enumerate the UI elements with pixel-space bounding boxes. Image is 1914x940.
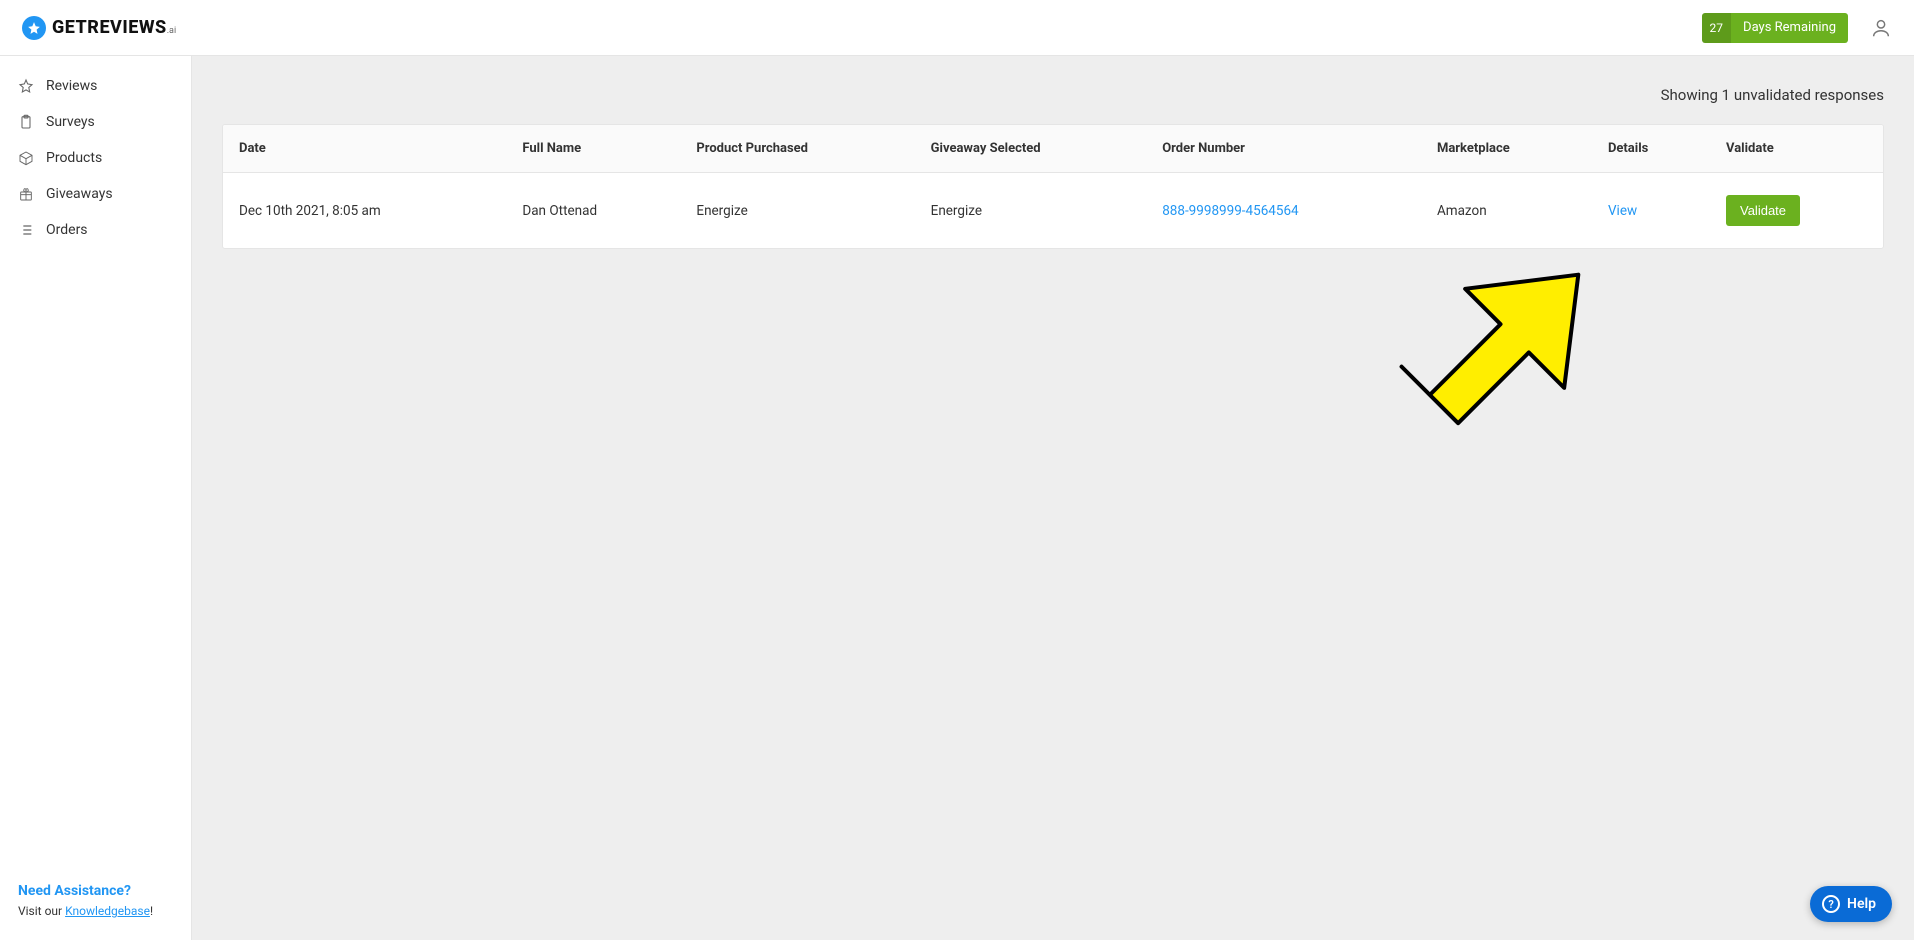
sidebar-item-label: Orders	[46, 222, 88, 238]
days-count: 27	[1702, 13, 1732, 43]
app-body: Reviews Surveys Products Giveaways Order…	[0, 56, 1914, 940]
sidebar-item-reviews[interactable]: Reviews	[0, 68, 191, 104]
table-row: Dec 10th 2021, 8:05 am Dan Ottenad Energ…	[223, 173, 1883, 249]
main-content: Showing 1 unvalidated responses Date Ful…	[192, 56, 1914, 940]
star-outline-icon	[18, 78, 34, 94]
sidebar-item-label: Reviews	[46, 78, 97, 94]
table-header-row: Date Full Name Product Purchased Giveawa…	[223, 125, 1883, 173]
sidebar-item-label: Giveaways	[46, 186, 113, 202]
col-details: Details	[1592, 125, 1710, 173]
sidebar-item-giveaways[interactable]: Giveaways	[0, 176, 191, 212]
box-icon	[18, 150, 34, 166]
annotation-arrow-icon	[1357, 216, 1637, 496]
help-button[interactable]: ? Help	[1810, 886, 1892, 922]
cell-giveaway: Energize	[915, 173, 1147, 249]
knowledgebase-link[interactable]: Knowledgebase	[65, 904, 150, 918]
col-order-number: Order Number	[1146, 125, 1421, 173]
showing-count: Showing 1 unvalidated responses	[222, 86, 1884, 104]
list-icon	[18, 222, 34, 238]
cell-full-name: Dan Ottenad	[506, 173, 680, 249]
user-icon[interactable]	[1870, 17, 1892, 39]
col-giveaway: Giveaway Selected	[915, 125, 1147, 173]
clipboard-icon	[18, 114, 34, 130]
view-link[interactable]: View	[1608, 203, 1637, 219]
gift-icon	[18, 186, 34, 202]
cell-marketplace: Amazon	[1421, 173, 1592, 249]
logo[interactable]: GETREVIEWS.ai	[22, 16, 176, 40]
cell-product: Energize	[680, 173, 914, 249]
logo-text: GETREVIEWS.ai	[52, 17, 176, 38]
header-right: 27 Days Remaining	[1702, 13, 1892, 43]
col-full-name: Full Name	[506, 125, 680, 173]
days-label: Days Remaining	[1731, 13, 1848, 43]
help-icon: ?	[1822, 895, 1840, 913]
sidebar-item-label: Products	[46, 150, 102, 166]
need-assistance-title: Need Assistance?	[18, 882, 173, 902]
sidebar-item-products[interactable]: Products	[0, 140, 191, 176]
sidebar-item-label: Surveys	[46, 114, 95, 130]
star-icon	[22, 16, 46, 40]
need-assistance-text: Visit our Knowledgebase!	[18, 903, 173, 920]
days-remaining-badge[interactable]: 27 Days Remaining	[1702, 13, 1848, 43]
responses-table: Date Full Name Product Purchased Giveawa…	[222, 124, 1884, 249]
sidebar: Reviews Surveys Products Giveaways Order…	[0, 56, 192, 940]
col-product: Product Purchased	[680, 125, 914, 173]
sidebar-item-surveys[interactable]: Surveys	[0, 104, 191, 140]
col-validate: Validate	[1710, 125, 1883, 173]
cell-date: Dec 10th 2021, 8:05 am	[223, 173, 506, 249]
header: GETREVIEWS.ai 27 Days Remaining	[0, 0, 1914, 56]
order-number-link[interactable]: 888-9998999-4564564	[1162, 203, 1298, 219]
col-date: Date	[223, 125, 506, 173]
col-marketplace: Marketplace	[1421, 125, 1592, 173]
sidebar-item-orders[interactable]: Orders	[0, 212, 191, 248]
validate-button[interactable]: Validate	[1726, 195, 1800, 226]
sidebar-footer: Need Assistance? Visit our Knowledgebase…	[0, 882, 191, 940]
help-label: Help	[1847, 896, 1876, 912]
